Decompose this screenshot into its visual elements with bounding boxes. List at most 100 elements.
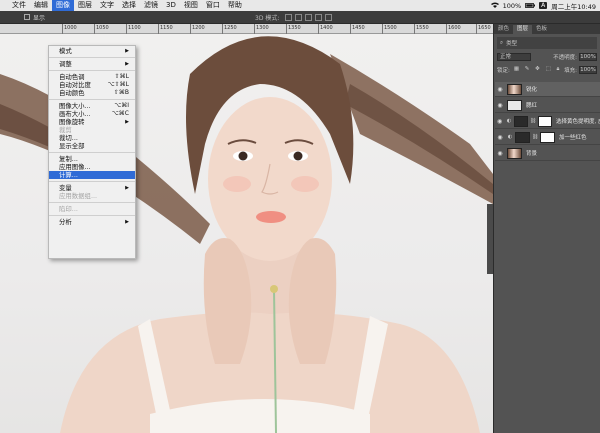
image-menu-item[interactable]: 图像大小... ⌥⌘I (49, 102, 135, 110)
ruler-tick: 1200 (190, 24, 205, 34)
image-menu-item[interactable]: 裁切... (49, 134, 135, 142)
layer-thumbnail (507, 83, 522, 95)
menu-window[interactable]: 窗口 (202, 0, 224, 11)
menu-separator (49, 152, 135, 153)
ruler-tick: 1300 (254, 24, 269, 34)
menu-item-label: 模式 (59, 47, 72, 55)
menu-separator (49, 99, 135, 100)
menu-item-label: 计算... (59, 171, 78, 179)
image-menu-item[interactable]: 自动对比度 ⌥⇧⌘L (49, 81, 135, 89)
menu-help[interactable]: 帮助 (224, 0, 246, 11)
visibility-eye-icon[interactable]: ◉ (495, 134, 505, 141)
options-bar: 显示 3D 模式: (0, 11, 600, 24)
image-menu-item[interactable]: 画布大小... ⌥⌘C (49, 110, 135, 118)
menu-filter[interactable]: 滤镜 (140, 0, 162, 11)
input-method-badge[interactable]: A (539, 2, 548, 9)
photoshop-window: 文件 编辑 图像 图层 文字 选择 滤镜 3D 视图 窗口 帮助 100% A … (0, 0, 600, 433)
menu-separator (49, 57, 135, 58)
image-menu-item[interactable]: 计算... (49, 171, 135, 179)
layer-name: 锐化 (526, 87, 538, 93)
menu-select[interactable]: 选择 (118, 0, 140, 11)
layer-thumbnail (507, 99, 522, 111)
show-transform-label: 显示 (33, 14, 46, 22)
layer-row[interactable]: ◉ 腮红 (495, 98, 600, 113)
layer-row[interactable]: ◉ ◐ ⛓ 加一些红色 (495, 130, 600, 145)
document-canvas[interactable]: 模式 ▶ 调整 ▶ 自动色调 ⇧⌘L 自动对比度 ⌥⇧⌘L 自动颜色 ⇧⌘B 图像大小... ⌥⌘I 画… (0, 34, 493, 433)
submenu-arrow-icon: ▶ (125, 48, 129, 54)
menu-item-label: 调整 (59, 60, 72, 68)
menu-item-label: 应用数据组... (59, 192, 98, 200)
layer-name: 背景 (526, 151, 538, 157)
battery-icon[interactable] (525, 2, 536, 10)
image-menu-item[interactable]: 自动色调 ⇧⌘L (49, 73, 135, 81)
clock[interactable]: 周二上午10:49 (551, 1, 596, 11)
layer-mask-thumbnail[interactable] (540, 131, 555, 143)
ruler-tick: 1000 (62, 24, 77, 34)
ruler-tick: 1100 (126, 24, 141, 34)
status-area: 100% A 周二上午10:49 (490, 1, 600, 11)
layer-filter-row[interactable]: ⌕ 类型 (497, 37, 597, 49)
mask-link-icon[interactable]: ⛓ (530, 118, 536, 124)
tab-layers[interactable]: 图层 (513, 25, 533, 34)
menu-separator (49, 70, 135, 71)
image-menu-item[interactable]: 模式 ▶ (49, 47, 135, 55)
layer-row[interactable]: ◉ 背景 (495, 146, 600, 161)
menu-view[interactable]: 视图 (180, 0, 202, 11)
image-menu-item: 陷印... (49, 205, 135, 213)
tab-swatches[interactable]: 色板 (532, 25, 551, 34)
3d-roll-icon[interactable] (295, 13, 303, 21)
lock-icons[interactable]: ▦ ✎ ✥ ⬚ 🔒︎ (514, 66, 562, 73)
layer-filter-kind[interactable]: 类型 (506, 39, 517, 47)
menu-item-label: 应用图像... (59, 163, 91, 171)
ruler-tick: 1500 (382, 24, 397, 34)
menu-item-label: 分析 (59, 218, 72, 226)
menu-file[interactable]: 文件 (8, 0, 30, 11)
opacity-label: 不透明度: (553, 54, 577, 61)
visibility-eye-icon[interactable]: ◉ (495, 86, 505, 93)
menu-item-shortcut: ⌥⌘I (114, 102, 129, 109)
layer-row[interactable]: ◉ ◐ ⛓ 选择黄色提明度, 皮 (495, 114, 600, 129)
apple-logo-icon[interactable] (0, 0, 8, 11)
tab-color[interactable]: 颜色 (494, 25, 513, 34)
image-menu-item[interactable]: 自动颜色 ⇧⌘B (49, 89, 135, 97)
3d-drag-icon[interactable] (305, 13, 313, 21)
ruler-tick: 1400 (318, 24, 333, 34)
blend-mode-select[interactable]: 正常 (497, 52, 531, 61)
image-menu-item[interactable]: 显示全部 (49, 142, 135, 150)
fill-input[interactable]: 100% (579, 65, 597, 74)
menu-item-label: 画布大小... (59, 110, 91, 118)
3d-slide-icon[interactable] (315, 13, 323, 21)
menu-layer[interactable]: 图层 (74, 0, 96, 11)
menu-edit[interactable]: 编辑 (30, 0, 52, 11)
menu-3d[interactable]: 3D (162, 0, 180, 11)
layer-mask-thumbnail[interactable] (537, 115, 552, 127)
menu-item-shortcut: ⌥⇧⌘L (107, 81, 129, 88)
image-menu-item[interactable]: 应用图像... (49, 163, 135, 171)
menu-separator (49, 202, 135, 203)
layer-row[interactable]: ◉ 锐化 (495, 82, 600, 97)
layers-panel: 颜色 图层 色板 ⌕ 类型 正常 不透明度: 100% 锁定: ▦ ✎ ✥ ⬚ … (493, 24, 600, 433)
3d-scale-icon[interactable] (325, 13, 333, 21)
visibility-eye-icon[interactable]: ◉ (495, 150, 505, 157)
image-menu-item[interactable]: 分析 ▶ (49, 218, 135, 226)
image-menu-item[interactable]: 图像旋转 ▶ (49, 118, 135, 126)
image-menu-item[interactable]: 复制... (49, 155, 135, 163)
menu-image[interactable]: 图像 (52, 0, 74, 11)
wifi-icon[interactable] (490, 2, 499, 10)
menu-item-label: 自动颜色 (59, 89, 85, 97)
opacity-input[interactable]: 100% (579, 52, 597, 61)
menu-type[interactable]: 文字 (96, 0, 118, 11)
show-transform-checkbox[interactable] (24, 14, 30, 20)
visibility-eye-icon[interactable]: ◉ (495, 118, 504, 125)
image-menu-item[interactable]: 调整 ▶ (49, 60, 135, 68)
ruler-tick: 1650 (476, 24, 491, 34)
visibility-eye-icon[interactable]: ◉ (495, 102, 505, 109)
ruler-tick: 1050 (94, 24, 109, 34)
3d-mode-label: 3D 模式: (255, 14, 280, 22)
menu-item-shortcut: ⌥⌘C (111, 110, 129, 117)
submenu-arrow-icon: ▶ (125, 119, 129, 125)
mask-link-icon[interactable]: ⛓ (532, 134, 538, 140)
menu-separator (49, 181, 135, 182)
image-menu-item[interactable]: 变量 ▶ (49, 184, 135, 192)
3d-rotate-icon[interactable] (285, 13, 293, 21)
